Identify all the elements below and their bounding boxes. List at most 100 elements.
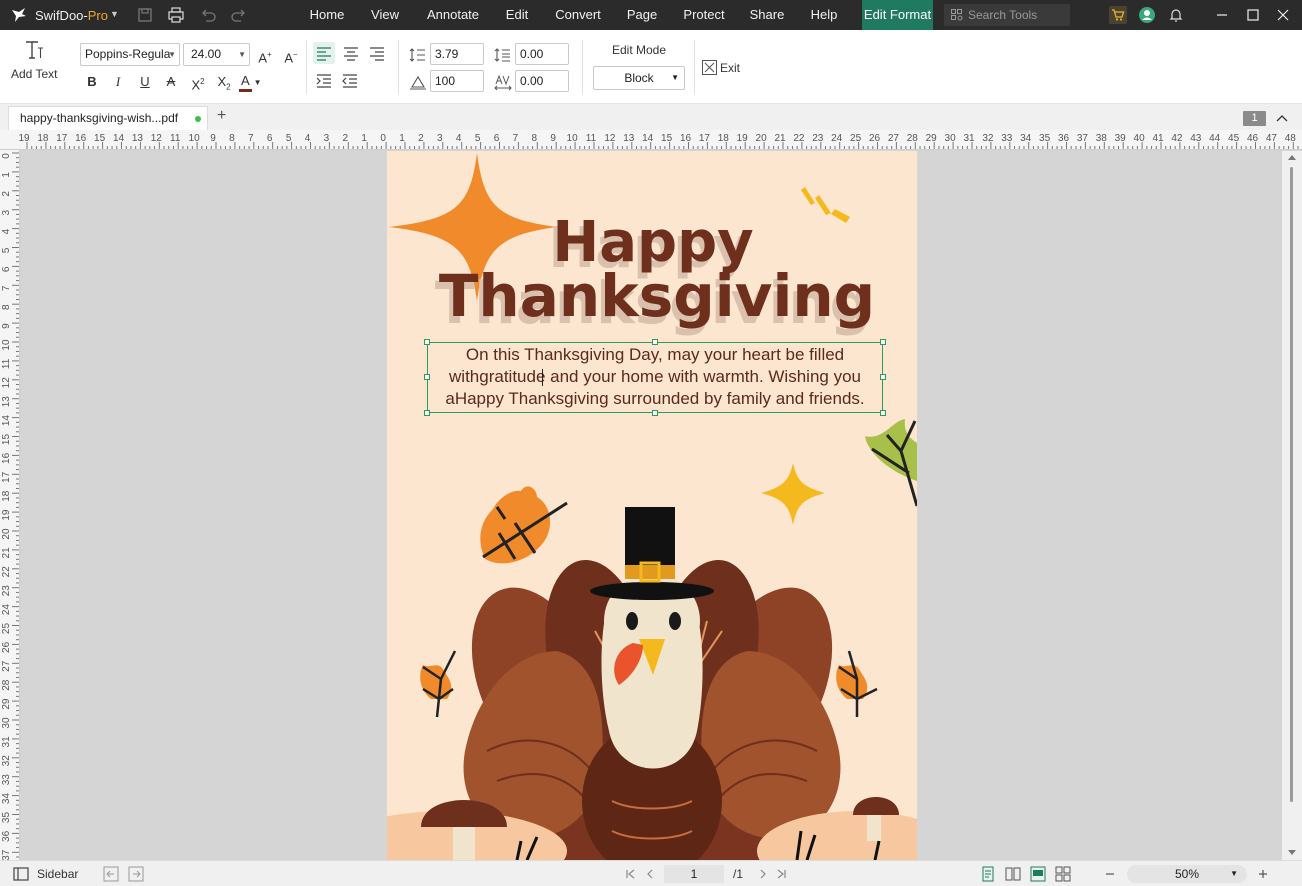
ruler-label: 34 xyxy=(1,793,12,805)
ruler-label: 1 xyxy=(399,133,405,144)
align-center-icon[interactable] xyxy=(340,42,362,64)
continuous-scroll-view-icon[interactable] xyxy=(1030,866,1046,882)
italic-button[interactable]: I xyxy=(107,71,129,93)
two-page-scroll-view-icon[interactable] xyxy=(1055,866,1071,882)
two-page-view-icon[interactable] xyxy=(1005,866,1021,882)
paragraph-spacing-input[interactable]: 0.00 xyxy=(515,43,569,65)
account-icon[interactable] xyxy=(1138,6,1156,24)
ruler-label: 21 xyxy=(774,133,786,144)
edit-mode-select[interactable]: Block ▼ xyxy=(593,66,685,90)
ruler-label: 17 xyxy=(56,133,68,144)
decrease-font-size-button[interactable]: A− xyxy=(280,44,302,66)
ruler-label: 6 xyxy=(267,133,273,144)
align-left-icon[interactable] xyxy=(313,42,335,64)
maximize-icon[interactable] xyxy=(1236,0,1270,30)
first-page-icon[interactable] xyxy=(623,866,639,882)
close-icon[interactable] xyxy=(1266,0,1300,30)
underline-button[interactable]: U xyxy=(134,71,156,93)
ruler-label: 5 xyxy=(286,133,292,144)
ruler-label: 6 xyxy=(494,133,500,144)
subscript-button[interactable]: X2 xyxy=(213,71,235,93)
resize-handle[interactable] xyxy=(424,410,430,416)
ruler-label: 5 xyxy=(475,133,481,144)
previous-page-icon[interactable] xyxy=(642,866,658,882)
text-scale-input[interactable]: 100 xyxy=(430,70,484,92)
page-count-badge: 1 xyxy=(1243,111,1266,126)
resize-handle[interactable] xyxy=(880,410,886,416)
zoom-out-icon[interactable] xyxy=(1102,866,1118,882)
edit-format-toolbar: Add Text Poppins-Regula ▼ 24.00 ▼ A+ A− B … xyxy=(0,30,1302,104)
align-right-icon[interactable] xyxy=(366,42,388,64)
exit-edit-icon[interactable] xyxy=(702,60,717,75)
redo-icon[interactable] xyxy=(230,6,248,24)
character-spacing-input[interactable]: 0.00 xyxy=(515,70,569,92)
menu-view[interactable]: View xyxy=(362,0,408,30)
font-size-select[interactable]: 24.00 ▼ xyxy=(183,43,250,66)
ruler-label: 39 xyxy=(1115,133,1127,144)
strikethrough-button[interactable]: A xyxy=(160,71,182,93)
ruler-label: 35 xyxy=(1039,133,1051,144)
font-color-button[interactable]: A ▼ xyxy=(239,70,267,92)
menu-share[interactable]: Share xyxy=(745,0,789,30)
ruler-label: 15 xyxy=(661,133,673,144)
save-icon[interactable] xyxy=(136,6,154,24)
ruler-label: 22 xyxy=(793,133,805,144)
ruler-label: 16 xyxy=(1,452,12,464)
app-menu-dropdown-icon[interactable]: ▼ xyxy=(110,9,119,19)
menu-annotate[interactable]: Annotate xyxy=(418,0,488,30)
ruler-ticks: 19 18 17 16 15 14 13 12 11 10 9 8 7 6 5 4 3 2 1 0 1 2 3 4 5 6 7 8 9 1… xyxy=(18,133,1299,149)
indent-decrease-icon[interactable] xyxy=(339,70,361,92)
ruler-label: 8 xyxy=(532,133,538,144)
next-page-icon[interactable] xyxy=(755,866,771,882)
vertical-scrollbar[interactable] xyxy=(1282,151,1302,860)
bold-button[interactable]: B xyxy=(81,71,103,93)
zoom-select[interactable]: 50% ▼ xyxy=(1127,865,1247,883)
zoom-in-icon[interactable] xyxy=(1255,866,1271,882)
menu-protect[interactable]: Protect xyxy=(674,0,734,30)
previous-view-icon[interactable] xyxy=(103,866,119,882)
line-spacing-input[interactable]: 3.79 xyxy=(430,43,484,65)
body-text-block[interactable]: On this Thanksgiving Day, may your heart… xyxy=(429,344,881,410)
scrollbar-thumb[interactable] xyxy=(1290,167,1293,802)
document-canvas[interactable]: Happy Thanksgiving Happy Thanksgiving On… xyxy=(21,151,1282,860)
undo-icon[interactable] xyxy=(199,6,217,24)
menu-page[interactable]: Page xyxy=(620,0,664,30)
new-tab-plus-icon[interactable]: + xyxy=(217,107,226,125)
scroll-up-icon[interactable] xyxy=(1288,154,1296,160)
minimize-icon[interactable] xyxy=(1205,0,1239,30)
menu-home[interactable]: Home xyxy=(300,0,354,30)
ruler-label: 18 xyxy=(37,133,49,144)
search-tools-input[interactable]: Search Tools xyxy=(944,4,1070,26)
single-page-view-icon[interactable] xyxy=(980,866,996,882)
ruler-label: 13 xyxy=(623,133,635,144)
next-view-icon[interactable] xyxy=(128,866,144,882)
menu-edit-format[interactable]: Edit Format xyxy=(862,0,933,30)
scroll-down-icon[interactable] xyxy=(1288,850,1296,856)
superscript-button[interactable]: X2 xyxy=(187,71,209,93)
notification-bell-icon[interactable] xyxy=(1167,6,1185,24)
add-text-button[interactable]: Add Text xyxy=(11,67,57,81)
last-page-icon[interactable] xyxy=(773,866,789,882)
menu-edit[interactable]: Edit xyxy=(498,0,536,30)
indent-increase-icon[interactable] xyxy=(313,70,335,92)
ruler-label: 7 xyxy=(248,133,254,144)
add-text-icon[interactable] xyxy=(24,38,44,62)
ruler-label: 3 xyxy=(437,133,443,144)
menu-convert[interactable]: Convert xyxy=(547,0,609,30)
chevron-up-icon[interactable] xyxy=(1276,113,1288,123)
increase-font-size-button[interactable]: A+ xyxy=(254,44,276,66)
exit-edit-button[interactable]: Exit xyxy=(720,61,740,75)
sidebar-button[interactable]: Sidebar xyxy=(37,867,78,881)
current-page-input[interactable]: 1 xyxy=(664,865,724,883)
cart-icon[interactable] xyxy=(1109,6,1127,24)
sidebar-toggle-icon[interactable] xyxy=(13,866,29,882)
yellow-star-shape xyxy=(761,463,825,525)
pdf-page[interactable]: Happy Thanksgiving Happy Thanksgiving On… xyxy=(387,151,917,860)
print-icon[interactable] xyxy=(167,6,185,24)
ruler-label: 48 xyxy=(1285,133,1297,144)
document-tab[interactable]: happy-thanksgiving-wish...pdf xyxy=(8,106,208,130)
font-family-select[interactable]: Poppins-Regula ▼ xyxy=(80,43,180,66)
menu-help[interactable]: Help xyxy=(803,0,845,30)
ruler-label: 18 xyxy=(1,490,12,502)
resize-handle[interactable] xyxy=(652,410,658,416)
